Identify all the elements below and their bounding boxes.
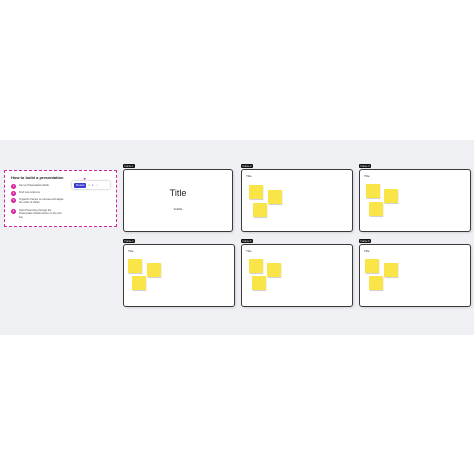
frame-tag[interactable]: Frame 4 [123,239,135,244]
play-icon[interactable]: ▸ [92,183,94,187]
frame-slide-5[interactable]: Title [241,244,353,307]
sticky-note[interactable] [249,185,263,199]
sticky-note[interactable] [268,190,282,204]
step-number: 3 [11,198,16,203]
frame-slide-4[interactable]: Title [123,244,235,307]
sticky-note[interactable] [384,189,398,203]
step-number: 2 [11,191,16,196]
frame-slide-2[interactable]: Title [241,169,353,232]
step-number: 1 [11,184,16,189]
frame-tag[interactable]: Frame 6 [359,239,371,244]
slide-subtitle: Subtitle [173,208,183,211]
frame-label: Title [364,249,370,253]
step-number: 4 [11,209,16,214]
frame-label: Title [128,249,134,253]
sticky-note[interactable] [128,259,142,273]
frame-tag[interactable]: Frame 3 [359,164,371,169]
instructions-card[interactable]: How to build a presentation 1 Set up Pre… [4,170,117,227]
sticky-note[interactable] [253,203,267,217]
sticky-note[interactable] [369,202,383,216]
frame-slide-3[interactable]: Title [359,169,471,232]
sticky-note[interactable] [267,263,281,277]
step-text: Start Presenting through the Presentatio… [19,209,62,219]
step-text: Set up Presentation Mode [19,184,49,187]
step-item: 2 Find new columns [11,191,65,196]
step-item: 3 Organize frames on canvas and adjust t… [11,198,65,205]
presentation-toolbar: Present □ ▸ ⋮ [72,181,110,189]
sticky-note[interactable] [366,184,380,198]
frame-slide-1[interactable]: Title Subtitle [123,169,233,232]
frame-tag[interactable]: Frame 2 [241,164,253,169]
present-button[interactable]: Present [74,182,87,188]
sticky-note[interactable] [252,276,266,290]
frame-slide-6[interactable]: Title [359,244,471,307]
instructions-title: How to build a presentation [11,175,64,180]
frame-label: Title [246,174,252,178]
sticky-note[interactable] [365,259,379,273]
frame-tag[interactable]: Frame 5 [241,239,253,244]
step-item: 1 Set up Presentation Mode [11,184,65,189]
sticky-note[interactable] [249,259,263,273]
step-item: 4 Start Presenting through the Presentat… [11,209,65,219]
frame-icon[interactable]: □ [88,183,90,187]
sticky-note[interactable] [369,276,383,290]
sticky-note[interactable] [132,276,146,290]
step-text: Find new columns [19,191,40,194]
step-text: Organize frames on canvas and adjust the… [19,198,64,205]
frame-tag[interactable]: Frame 1 [123,164,135,169]
sticky-note[interactable] [147,263,161,277]
more-icon[interactable]: ⋮ [96,183,99,187]
frame-label: Title [246,249,252,253]
frame-label: Title [364,174,370,178]
slide-title: Title [169,188,187,198]
sticky-note[interactable] [384,263,398,277]
